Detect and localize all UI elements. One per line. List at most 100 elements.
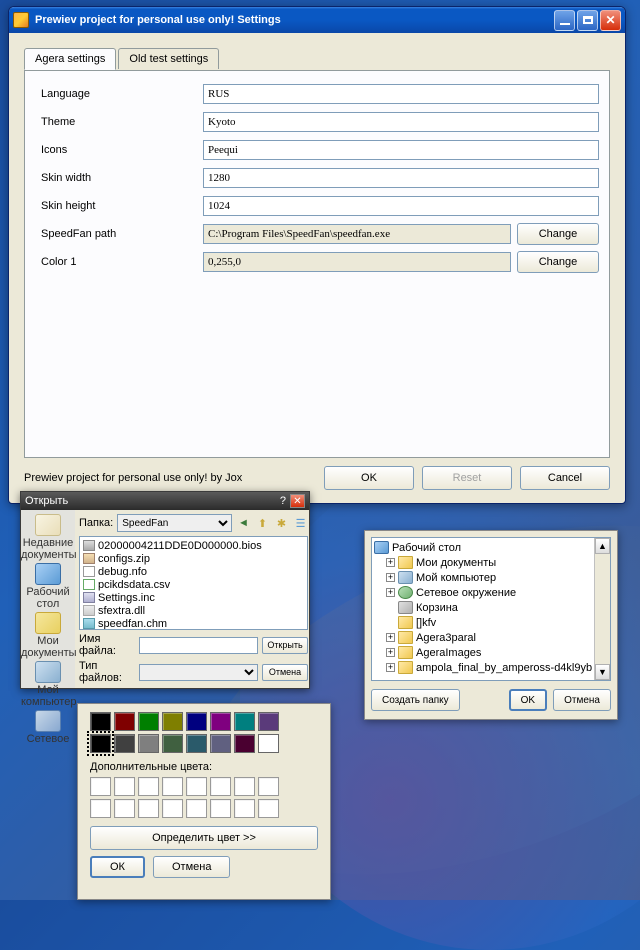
lookin-combo[interactable]: SpeedFan <box>117 514 232 532</box>
close-button[interactable]: ✕ <box>600 10 621 31</box>
custom-color-slot[interactable] <box>234 777 255 796</box>
color-swatch[interactable] <box>114 712 135 731</box>
tree-node[interactable]: []kfv <box>416 617 436 629</box>
tab-agera-settings[interactable]: Agera settings <box>24 48 116 70</box>
tree-node[interactable]: Сетевое окружение <box>416 587 516 599</box>
custom-color-slot[interactable] <box>138 799 159 818</box>
custom-color-slot[interactable] <box>186 799 207 818</box>
scroll-down-icon[interactable]: ▼ <box>595 664 610 680</box>
new-folder-button[interactable]: Создать папку <box>371 689 460 711</box>
tree-node[interactable]: ampola_final_by_ampeross-d4kl9yb <box>416 662 592 674</box>
color-swatch[interactable] <box>258 734 279 753</box>
label-theme: Theme <box>35 116 203 128</box>
expander-icon[interactable]: + <box>386 633 395 642</box>
custom-color-slot[interactable] <box>162 799 183 818</box>
expander-icon[interactable]: + <box>386 573 395 582</box>
views-icon[interactable]: ☰ <box>293 516 308 531</box>
expander-icon[interactable]: + <box>386 663 395 672</box>
trash-icon <box>398 601 413 614</box>
tree-node[interactable]: Корзина <box>416 602 458 614</box>
close-icon[interactable]: ✕ <box>290 494 305 508</box>
folder-tree[interactable]: Рабочий стол + Мои документы + Мой компьют… <box>371 537 611 681</box>
custom-color-slot[interactable] <box>258 777 279 796</box>
input-theme[interactable] <box>203 112 599 132</box>
place-network[interactable]: Сетевое <box>21 710 75 745</box>
custom-color-slot[interactable] <box>210 799 231 818</box>
titlebar[interactable]: Prewiev project for personal use only! S… <box>9 7 625 33</box>
custom-color-slot[interactable] <box>90 799 111 818</box>
open-button[interactable]: Открыть <box>262 637 308 654</box>
browse-cancel-button[interactable]: Отмена <box>553 689 611 711</box>
browse-ok-button[interactable]: OK <box>509 689 547 711</box>
up-icon[interactable]: ⬆ <box>255 516 270 531</box>
label-language: Language <box>35 88 203 100</box>
custom-color-slot[interactable] <box>90 777 111 796</box>
minimize-button[interactable] <box>554 10 575 31</box>
open-titlebar[interactable]: Открыть ? ✕ <box>21 492 309 510</box>
maximize-button[interactable] <box>577 10 598 31</box>
input-skin-width[interactable] <box>203 168 599 188</box>
tree-node-desktop[interactable]: Рабочий стол <box>392 542 461 554</box>
place-desktop[interactable]: Рабочий стол <box>21 563 75 610</box>
color-swatch[interactable] <box>90 712 111 731</box>
expander-icon[interactable]: + <box>386 648 395 657</box>
scrollbar[interactable]: ▲ ▼ <box>594 538 610 680</box>
color-swatch[interactable] <box>234 712 255 731</box>
color-swatch[interactable] <box>90 734 111 753</box>
custom-color-slot[interactable] <box>234 799 255 818</box>
change-speedfan-button[interactable]: Change <box>517 223 599 245</box>
input-color1 <box>203 252 511 272</box>
back-icon[interactable]: ◄ <box>236 516 251 531</box>
color-swatch[interactable] <box>186 712 207 731</box>
scroll-up-icon[interactable]: ▲ <box>595 538 610 554</box>
expander-icon[interactable]: + <box>386 588 395 597</box>
input-language[interactable] <box>203 84 599 104</box>
color-swatch[interactable] <box>162 734 183 753</box>
expander-icon[interactable]: + <box>386 558 395 567</box>
input-icons[interactable] <box>203 140 599 160</box>
folder-icon <box>398 631 413 644</box>
tree-node[interactable]: Agera3paral <box>416 632 476 644</box>
help-icon[interactable]: ? <box>280 495 286 507</box>
color-swatch[interactable] <box>186 734 207 753</box>
place-mydocs[interactable]: Мои документы <box>21 612 75 659</box>
custom-color-slot[interactable] <box>258 799 279 818</box>
define-color-button[interactable]: Определить цвет >> <box>90 826 318 850</box>
cancel-button[interactable]: Cancel <box>520 466 610 490</box>
color-ok-button[interactable]: ОК <box>90 856 145 878</box>
label-speedfan-path: SpeedFan path <box>35 228 203 240</box>
custom-color-slot[interactable] <box>162 777 183 796</box>
custom-color-slot[interactable] <box>138 777 159 796</box>
tab-old-test-settings[interactable]: Old test settings <box>118 48 219 69</box>
color-cancel-button[interactable]: Отмена <box>153 856 230 878</box>
place-recent[interactable]: Недавние документы <box>21 514 75 561</box>
custom-colors-grid <box>90 777 318 818</box>
color-swatch[interactable] <box>138 734 159 753</box>
open-cancel-button[interactable]: Отмена <box>262 664 308 681</box>
place-mycomp[interactable]: Мой компьютер <box>21 661 75 708</box>
file-list[interactable]: 02000004211DDE0D000000.bios configs.zip … <box>79 536 308 630</box>
app-icon <box>13 12 29 28</box>
tree-node[interactable]: AgeraImages <box>416 647 481 659</box>
color-swatch[interactable] <box>138 712 159 731</box>
color-swatch[interactable] <box>210 734 231 753</box>
color-swatch[interactable] <box>162 712 183 731</box>
file-icon <box>83 540 95 551</box>
filename-input[interactable] <box>139 637 258 654</box>
color-swatch[interactable] <box>210 712 231 731</box>
change-color1-button[interactable]: Change <box>517 251 599 273</box>
color-swatch[interactable] <box>234 734 255 753</box>
tree-node[interactable]: Мой компьютер <box>416 572 496 584</box>
places-bar: Недавние документы Рабочий стол Мои доку… <box>21 510 75 688</box>
color-swatch[interactable] <box>114 734 135 753</box>
filetype-combo[interactable] <box>139 664 258 681</box>
custom-color-slot[interactable] <box>114 777 135 796</box>
ok-button[interactable]: OK <box>324 466 414 490</box>
custom-color-slot[interactable] <box>210 777 231 796</box>
tree-node[interactable]: Мои документы <box>416 557 496 569</box>
new-folder-icon[interactable]: ✱ <box>274 516 289 531</box>
custom-color-slot[interactable] <box>186 777 207 796</box>
custom-color-slot[interactable] <box>114 799 135 818</box>
color-swatch[interactable] <box>258 712 279 731</box>
input-skin-height[interactable] <box>203 196 599 216</box>
